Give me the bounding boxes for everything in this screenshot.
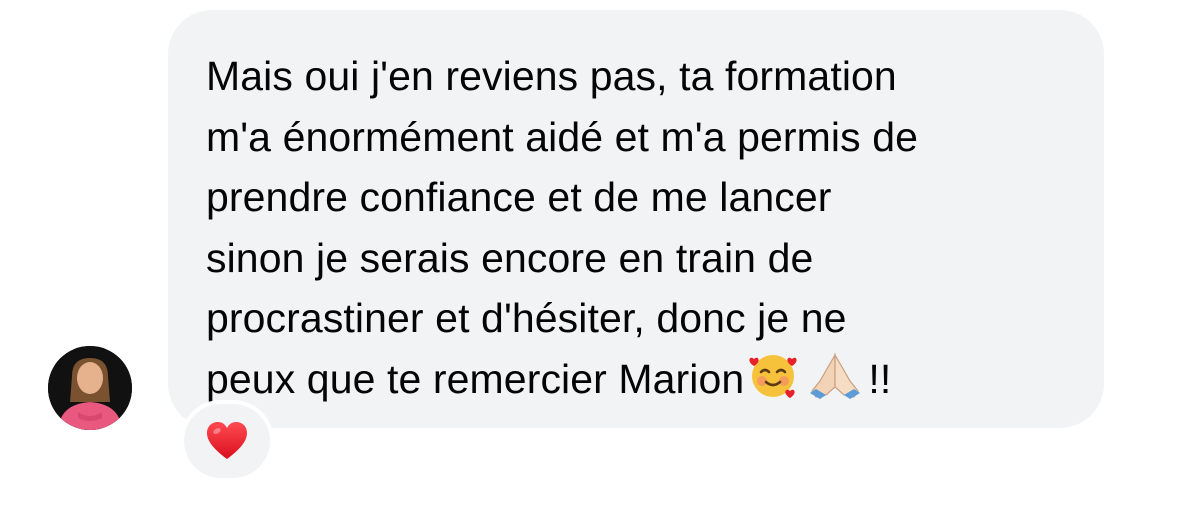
smiling-face-with-hearts-icon — [748, 351, 798, 418]
sender-avatar[interactable] — [48, 346, 132, 430]
person-avatar-icon — [48, 346, 132, 430]
message-text: Mais oui j'en reviens pas, ta formation … — [206, 46, 1064, 417]
folded-hands-icon — [806, 351, 864, 418]
message-suffix: !! — [868, 355, 892, 402]
reaction-badge[interactable] — [184, 404, 270, 478]
message-bubble: Mais oui j'en reviens pas, ta formation … — [168, 10, 1104, 428]
message-body: Mais oui j'en reviens pas, ta formation … — [206, 53, 919, 402]
red-heart-icon — [207, 422, 247, 459]
